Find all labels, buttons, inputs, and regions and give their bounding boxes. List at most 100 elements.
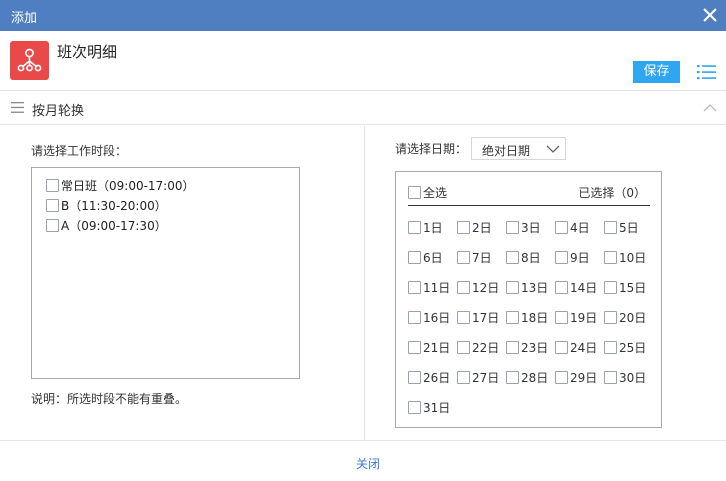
day-label: 20日 <box>619 310 647 325</box>
checkbox[interactable] <box>506 310 519 324</box>
day-label: 12日 <box>472 280 500 295</box>
checkbox[interactable] <box>506 340 519 354</box>
checkbox[interactable] <box>408 400 421 414</box>
checkbox[interactable] <box>46 218 59 232</box>
period-list: 常日班（09:00-17:00） B（11:30-20:00） A（09:00-… <box>31 167 300 379</box>
period-label-text: A（09:00-17:30） <box>61 218 167 233</box>
day-label: 14日 <box>570 280 598 295</box>
day-option[interactable]: 8日 <box>506 248 550 266</box>
close-icon[interactable] <box>703 8 717 22</box>
day-option[interactable]: 12日 <box>457 278 501 296</box>
day-label: 21日 <box>423 340 451 355</box>
checkbox[interactable] <box>555 340 568 354</box>
checkbox[interactable] <box>604 310 617 324</box>
day-option[interactable]: 20日 <box>604 308 648 326</box>
close-button[interactable]: 关闭 <box>0 455 726 472</box>
day-label: 19日 <box>570 310 598 325</box>
day-option[interactable]: 6日 <box>408 248 452 266</box>
checkbox[interactable] <box>555 280 568 294</box>
day-option[interactable]: 28日 <box>506 368 550 386</box>
period-option[interactable]: 常日班（09:00-17:00） <box>46 176 195 194</box>
day-label: 13日 <box>521 280 549 295</box>
checkbox[interactable] <box>457 220 470 234</box>
day-option[interactable]: 11日 <box>408 278 452 296</box>
day-option[interactable]: 14日 <box>555 278 599 296</box>
section-header: 按月轮换 <box>0 92 726 125</box>
day-option[interactable]: 9日 <box>555 248 599 266</box>
checkbox[interactable] <box>457 370 470 384</box>
checkbox[interactable] <box>46 198 59 212</box>
day-option[interactable]: 24日 <box>555 338 599 356</box>
checkbox[interactable] <box>604 340 617 354</box>
checkbox[interactable] <box>604 250 617 264</box>
day-option[interactable]: 13日 <box>506 278 550 296</box>
day-option[interactable]: 4日 <box>555 218 599 236</box>
day-option[interactable]: 21日 <box>408 338 452 356</box>
checkbox[interactable] <box>408 250 421 264</box>
page-header: 班次明细 保存 <box>0 31 726 91</box>
select-all-label: 全选 <box>423 186 448 200</box>
save-button[interactable]: 保存 <box>633 61 680 83</box>
checkbox[interactable] <box>408 280 421 294</box>
day-label: 23日 <box>521 340 549 355</box>
day-option[interactable]: 16日 <box>408 308 452 326</box>
checkbox[interactable] <box>457 280 470 294</box>
date-type-select[interactable]: 绝对日期 <box>471 137 566 160</box>
day-option[interactable]: 31日 <box>408 398 452 416</box>
date-panel: 请选择日期： 绝对日期 全选 已选择（0） 1日 2日 3日 4日 5日 6日 7日 8日 9日… <box>366 126 726 440</box>
day-option[interactable]: 1日 <box>408 218 452 236</box>
day-option[interactable]: 26日 <box>408 368 452 386</box>
day-option[interactable]: 10日 <box>604 248 648 266</box>
day-option[interactable]: 27日 <box>457 368 501 386</box>
period-option[interactable]: A（09:00-17:30） <box>46 216 167 234</box>
day-option[interactable]: 15日 <box>604 278 648 296</box>
day-option[interactable]: 19日 <box>555 308 599 326</box>
day-label: 27日 <box>472 370 500 385</box>
checkbox[interactable] <box>457 340 470 354</box>
checkbox[interactable] <box>555 370 568 384</box>
checkbox[interactable] <box>408 340 421 354</box>
chevron-down-icon <box>546 145 560 153</box>
list-icon[interactable] <box>697 64 716 80</box>
checkbox[interactable] <box>506 220 519 234</box>
day-option[interactable]: 25日 <box>604 338 648 356</box>
checkbox[interactable] <box>457 310 470 324</box>
chevron-up-icon[interactable] <box>703 103 717 112</box>
checkbox[interactable] <box>457 250 470 264</box>
checkbox[interactable] <box>408 310 421 324</box>
day-label: 31日 <box>423 400 451 415</box>
checkbox[interactable] <box>604 220 617 234</box>
checkbox[interactable] <box>408 370 421 384</box>
day-option[interactable]: 22日 <box>457 338 501 356</box>
period-label-text: 常日班（09:00-17:00） <box>61 178 195 193</box>
checkbox[interactable] <box>555 250 568 264</box>
day-label: 30日 <box>619 370 647 385</box>
checkbox[interactable] <box>555 310 568 324</box>
day-option[interactable]: 5日 <box>604 218 648 236</box>
select-all-row: 全选 已选择（0） <box>408 184 650 206</box>
checkbox[interactable] <box>506 250 519 264</box>
day-option[interactable]: 3日 <box>506 218 550 236</box>
share-nodes-icon <box>10 41 49 80</box>
checkbox[interactable] <box>506 370 519 384</box>
select-all-checkbox[interactable]: 全选 <box>408 184 447 201</box>
checkbox[interactable] <box>408 220 421 234</box>
checkbox[interactable] <box>506 280 519 294</box>
day-option[interactable]: 18日 <box>506 308 550 326</box>
period-option[interactable]: B（11:30-20:00） <box>46 196 167 214</box>
day-label: 3日 <box>521 220 541 235</box>
checkbox[interactable] <box>604 280 617 294</box>
day-label: 6日 <box>423 250 443 265</box>
note-text: 说明：所选时段不能有重叠。 <box>31 392 188 406</box>
day-option[interactable]: 7日 <box>457 248 501 266</box>
checkbox[interactable] <box>408 186 421 199</box>
day-option[interactable]: 23日 <box>506 338 550 356</box>
day-option[interactable]: 2日 <box>457 218 501 236</box>
checkbox[interactable] <box>555 220 568 234</box>
day-option[interactable]: 29日 <box>555 368 599 386</box>
checkbox[interactable] <box>604 370 617 384</box>
period-label-text: B（11:30-20:00） <box>61 198 167 213</box>
day-option[interactable]: 30日 <box>604 368 648 386</box>
checkbox[interactable] <box>46 178 59 192</box>
day-option[interactable]: 17日 <box>457 308 501 326</box>
